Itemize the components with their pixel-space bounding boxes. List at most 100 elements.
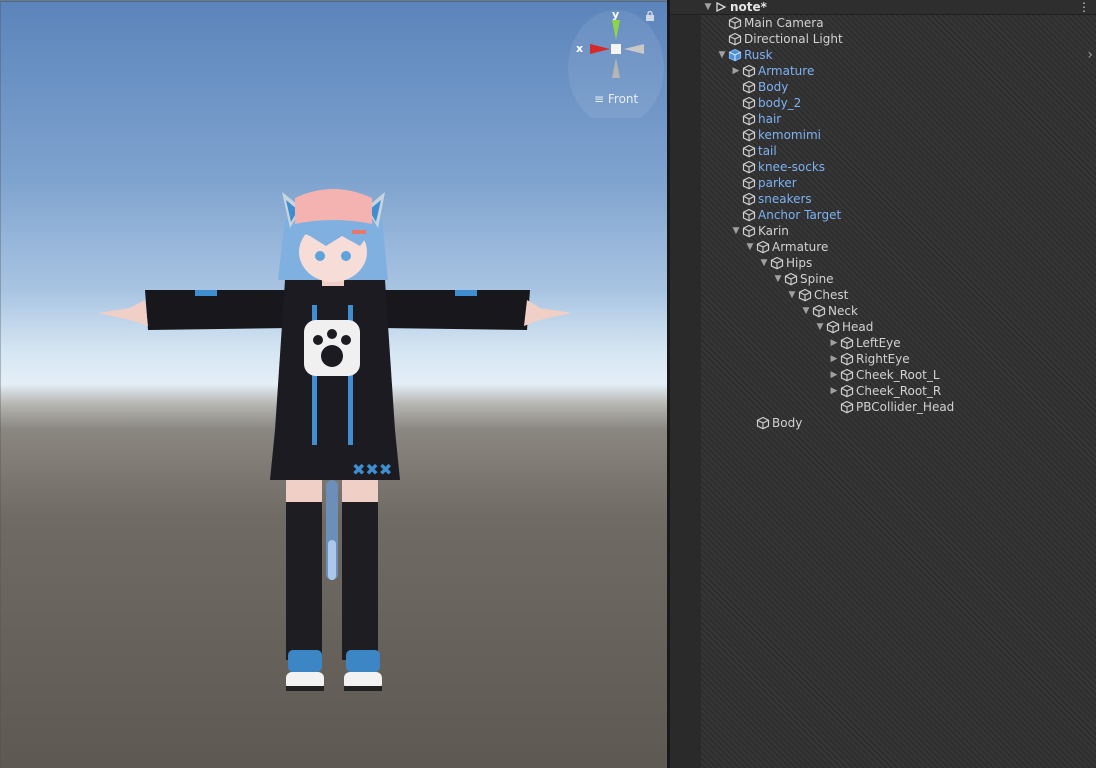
hierarchy-item[interactable]: ▼ Spine [772,271,834,287]
expand-down-icon[interactable]: ▼ [758,255,770,271]
hierarchy-item[interactable]: ▼ Armature [744,239,829,255]
avatar-sock-right [342,502,378,660]
avatar-hand-left [98,300,148,326]
hierarchy-item[interactable]: Body [730,79,788,95]
center-cube [611,44,621,54]
scene-expand-arrow[interactable]: ▼ [702,0,714,15]
cube-icon [756,416,770,430]
hierarchy-item[interactable]: ▶ RightEye [828,351,910,367]
cube-icon [742,80,756,94]
cube-icon [742,224,756,238]
avatar-sneaker-left [286,650,324,691]
hierarchy-item[interactable]: ▶ Cheek_Root_R [828,383,942,399]
expand-down-icon[interactable]: ▼ [730,223,742,239]
expand-right-icon[interactable]: ▶ [828,383,840,399]
hierarchy-item-label: body_2 [758,96,802,110]
prefab-cube-icon [728,48,742,62]
hierarchy-item[interactable]: tail [730,143,777,159]
cube-icon [742,192,756,206]
expand-right-icon[interactable]: ▶ [730,63,742,79]
hierarchy-item-label: kemomimi [758,128,821,142]
cube-icon [728,16,742,30]
cube-icon [742,112,756,126]
hierarchy-item-label: RightEye [856,352,910,366]
avatar-sleeve-left [145,290,290,330]
avatar-sneaker-right [344,650,382,691]
cube-icon [742,144,756,158]
hierarchy-item[interactable]: ▶ LeftEye [828,335,901,351]
hierarchy-item[interactable]: PBCollider_Head [828,399,954,415]
more-options-icon[interactable]: ⋮ [1078,0,1090,14]
hierarchy-item[interactable]: body_2 [730,95,801,111]
hierarchy-item-label: Karin [758,224,789,238]
cube-icon [756,240,770,254]
hierarchy-item[interactable]: Directional Light [716,31,843,47]
hierarchy-item-label: Main Camera [744,16,824,30]
expand-right-icon[interactable]: ▶ [828,351,840,367]
avatar-hand-right [524,300,572,326]
hierarchy-item-label: Armature [772,240,829,254]
cube-icon [826,320,840,334]
avatar-paw-print [304,320,360,376]
hierarchy-item[interactable]: ▼ Head [814,319,874,335]
hierarchy-item[interactable]: sneakers [730,191,812,207]
cube-icon [840,400,854,414]
scene-view[interactable]: y x ≡ Front ✖✖✖ [0,0,667,768]
hierarchy-item[interactable]: Main Camera [716,15,824,31]
hierarchy-panel[interactable]: ▼ note* ⋮ › Main Camera Directional Light… [670,0,1096,768]
gizmo-y-label: y [612,8,620,21]
unity-scene-icon [716,1,727,13]
expand-down-icon[interactable]: ▼ [744,239,756,255]
hierarchy-item[interactable]: ▶ Armature [730,63,815,79]
chevron-right-icon[interactable]: › [1087,47,1093,63]
hierarchy-item[interactable]: ▼ Karin [730,223,789,239]
hierarchy-item[interactable]: parker [730,175,797,191]
avatar-cap [295,189,372,224]
expand-right-icon[interactable]: ▶ [828,367,840,383]
avatar-model[interactable]: ✖✖✖ [90,180,580,710]
hierarchy-item[interactable]: kemomimi [730,127,821,143]
cube-icon [728,32,742,46]
cube-icon [742,160,756,174]
cube-icon [742,96,756,110]
cube-icon [784,272,798,286]
hierarchy-item-label: PBCollider_Head [856,400,955,414]
hierarchy-item-label: LeftEye [856,336,901,350]
expand-right-icon[interactable]: ▶ [828,335,840,351]
hierarchy-item[interactable]: knee-socks [730,159,825,175]
hierarchy-item[interactable]: ▼ Chest [786,287,849,303]
hierarchy-item-label: Neck [828,304,858,318]
hierarchy-item[interactable]: hair [730,111,781,127]
hierarchy-item-label: Body [772,416,803,430]
hierarchy-item-label: Armature [758,64,815,78]
avatar-hoodie [270,280,400,480]
view-mode-label[interactable]: ≡ Front [594,92,638,106]
expand-down-icon[interactable]: ▼ [786,287,798,303]
cube-icon [770,256,784,270]
hierarchy-item-label: sneakers [758,192,812,206]
expand-down-icon[interactable]: ▼ [716,47,728,63]
hierarchy-item[interactable]: ▶ Cheek_Root_L [828,367,940,383]
cube-icon [840,352,854,366]
grid-line-ground [0,1,667,2]
scene-row[interactable]: ▼ note* [702,0,767,15]
hierarchy-item-label: Hips [786,256,813,270]
hierarchy-item[interactable]: Body [744,415,802,431]
cube-icon [742,208,756,222]
gizmo-x-label: x [576,42,584,55]
hierarchy-item[interactable]: ▼ Rusk [716,47,773,63]
hierarchy-item-label: Spine [800,272,834,286]
hierarchy-item-label: hair [758,112,782,126]
expand-down-icon[interactable]: ▼ [800,303,812,319]
hierarchy-item-label: Rusk [744,48,773,62]
cube-icon [840,384,854,398]
cube-icon [840,368,854,382]
hierarchy-item[interactable]: ▼ Hips [758,255,813,271]
cube-icon [742,176,756,190]
expand-down-icon[interactable]: ▼ [772,271,784,287]
lock-icon[interactable] [645,11,655,21]
hierarchy-item[interactable]: Anchor Target [730,207,841,223]
hierarchy-item-label: Chest [814,288,849,302]
hierarchy-item[interactable]: ▼ Neck [800,303,858,319]
expand-down-icon[interactable]: ▼ [814,319,826,335]
